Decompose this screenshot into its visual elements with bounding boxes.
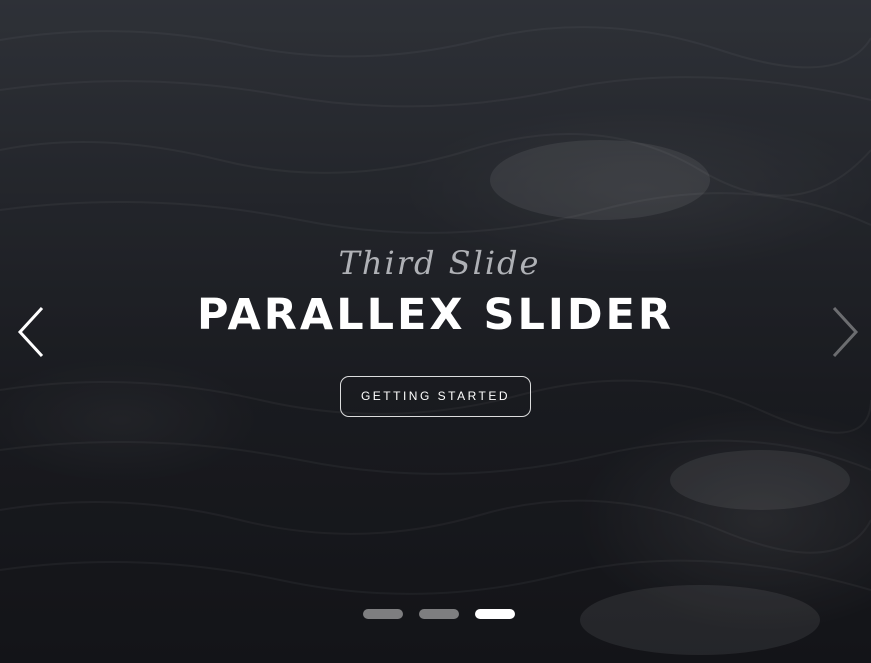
slide-title: PARALLEX SLIDER: [196, 290, 675, 340]
getting-started-button[interactable]: GETTING STARTED: [339, 376, 532, 417]
hero-slider: Third Slide PARALLEX SLIDER GETTING STAR…: [0, 0, 871, 663]
chevron-left-icon: [17, 306, 44, 358]
pagination-dot-3-active[interactable]: [475, 609, 515, 619]
pagination-dot-2[interactable]: [419, 609, 459, 619]
chevron-right-icon: [832, 306, 859, 358]
slide-subtitle: Third Slide: [338, 244, 541, 282]
next-slide-button[interactable]: [828, 305, 862, 359]
pagination-dot-1[interactable]: [363, 609, 403, 619]
previous-slide-button[interactable]: [14, 305, 48, 359]
slide-caption: Third Slide PARALLEX SLIDER GETTING STAR…: [0, 242, 871, 417]
